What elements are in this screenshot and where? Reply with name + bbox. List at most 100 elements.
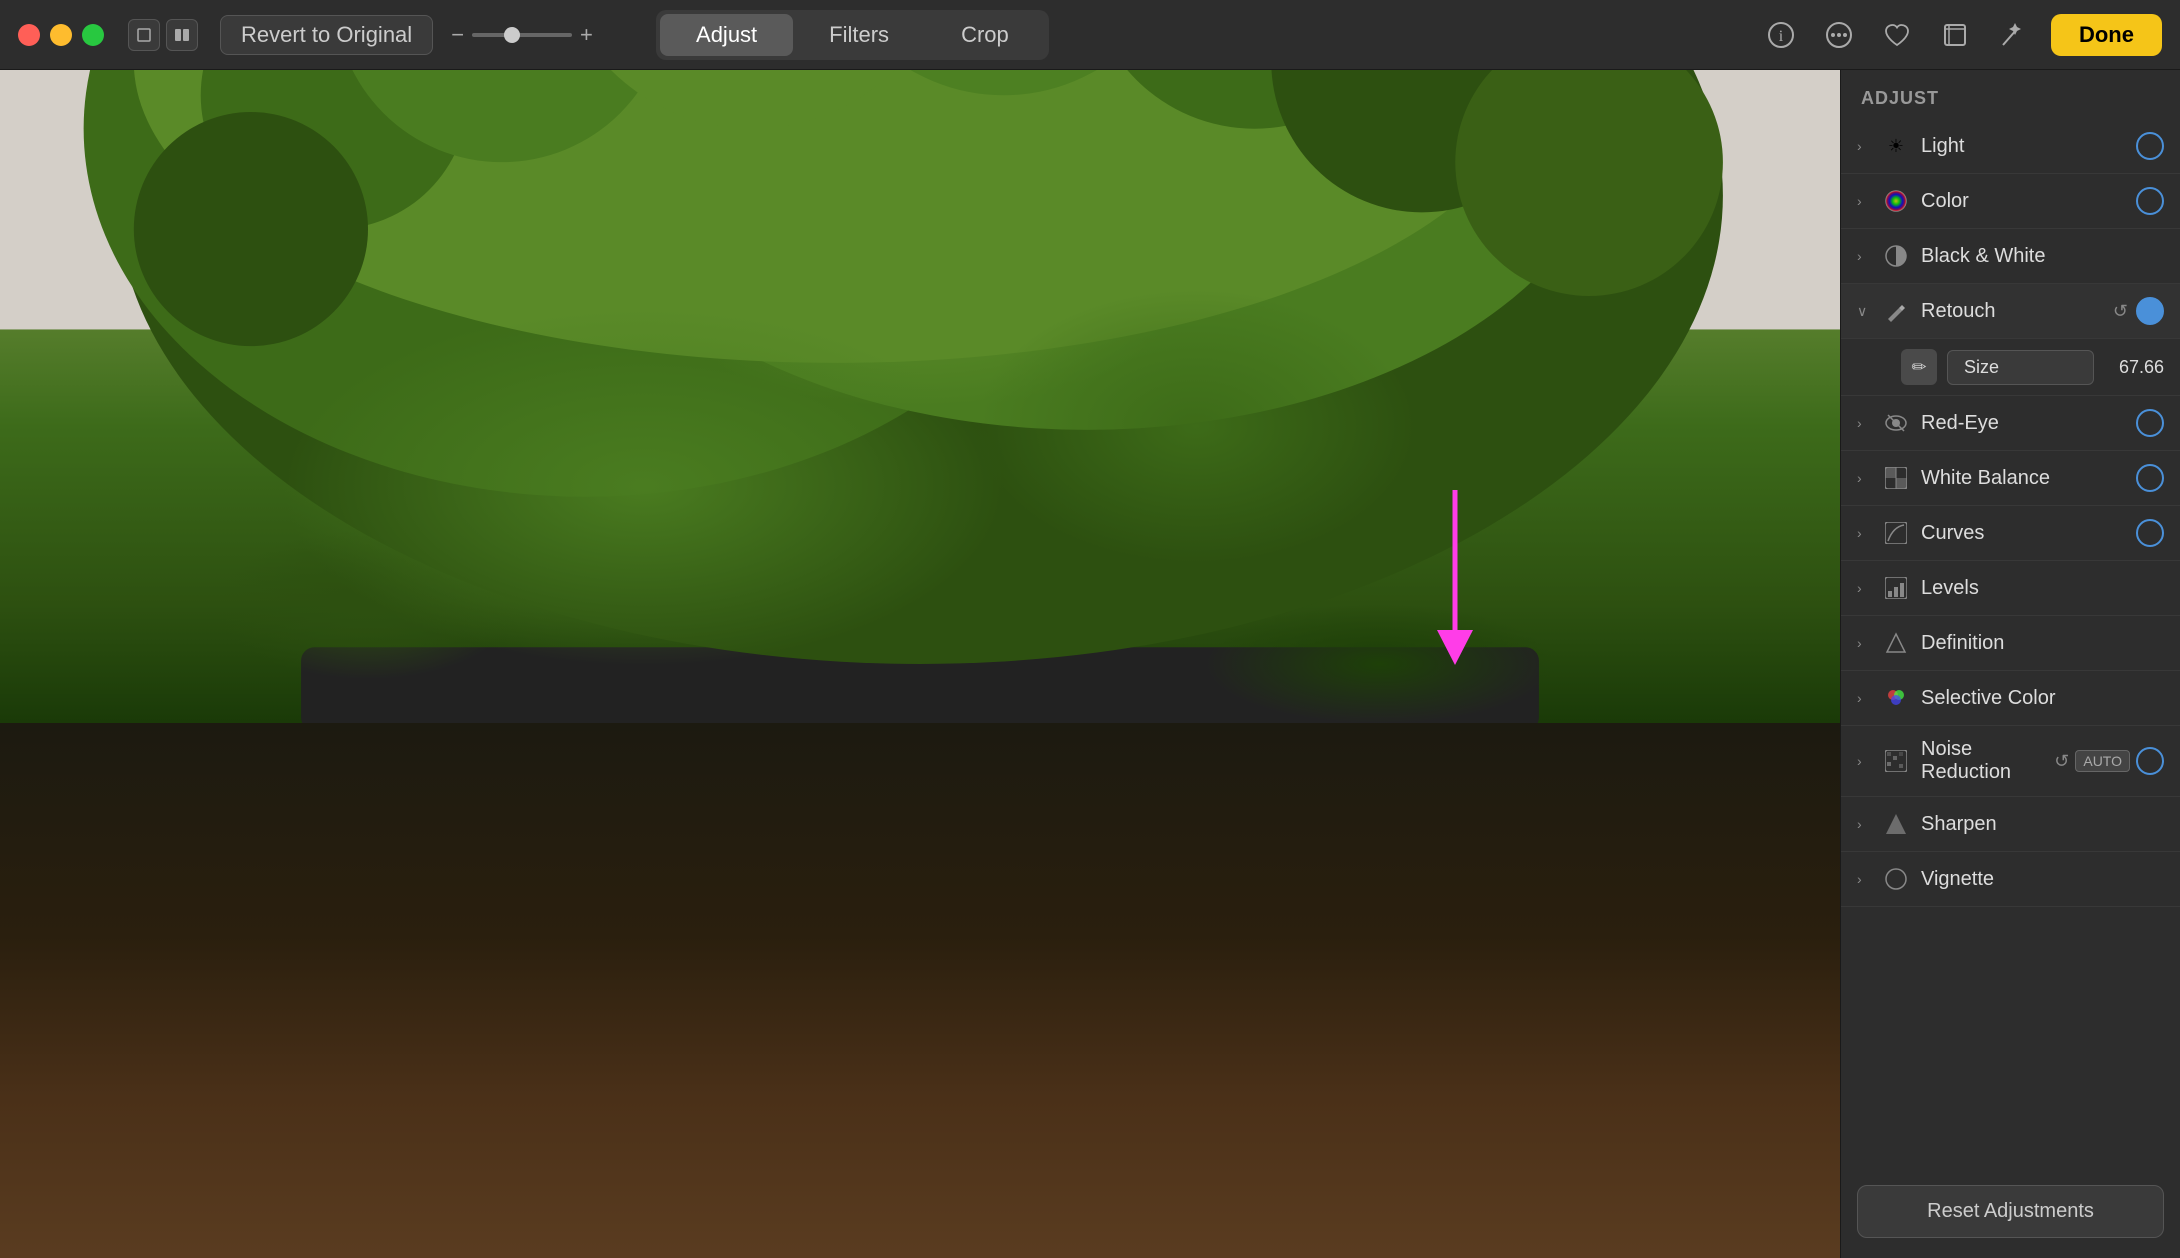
curves-toggle[interactable] xyxy=(2136,519,2164,547)
item-label-retouch: Retouch xyxy=(1921,300,2113,323)
wb-actions xyxy=(2136,464,2164,492)
retouch-toggle[interactable] xyxy=(2136,297,2164,325)
svg-text:i: i xyxy=(1779,28,1784,45)
chevron-icon: › xyxy=(1857,248,1871,264)
crop-icon[interactable] xyxy=(1935,15,1975,55)
red-eye-actions xyxy=(2136,409,2164,437)
item-label-definition: Definition xyxy=(1921,632,2164,655)
item-label-red-eye: Red-Eye xyxy=(1921,412,2136,435)
light-icon: ☀ xyxy=(1881,131,1911,161)
reset-adjustments-button[interactable]: Reset Adjustments xyxy=(1857,1185,2164,1238)
traffic-lights xyxy=(18,24,104,46)
auto-badge: AUTO xyxy=(2075,750,2130,772)
chevron-icon: › xyxy=(1857,193,1871,209)
levels-icon xyxy=(1881,573,1911,603)
chevron-icon: › xyxy=(1857,635,1871,651)
zoom-out-button[interactable]: − xyxy=(451,22,464,48)
done-button[interactable]: Done xyxy=(2051,14,2162,56)
definition-icon xyxy=(1881,628,1911,658)
chevron-down-icon: ∨ xyxy=(1857,303,1871,320)
zoom-thumb xyxy=(504,27,520,43)
red-eye-toggle[interactable] xyxy=(2136,409,2164,437)
chevron-icon: › xyxy=(1857,871,1871,887)
adjust-item-selective-color[interactable]: › Selective Color xyxy=(1841,671,2180,726)
item-label-bw: Black & White xyxy=(1921,245,2164,268)
window-controls xyxy=(128,19,198,51)
zoom-controls: − + xyxy=(451,22,593,48)
chevron-icon: › xyxy=(1857,690,1871,706)
light-toggle[interactable] xyxy=(2136,132,2164,160)
sharpen-icon xyxy=(1881,809,1911,839)
minimize-button[interactable] xyxy=(50,24,72,46)
chevron-icon: › xyxy=(1857,525,1871,541)
color-toggle[interactable] xyxy=(2136,187,2164,215)
magic-icon[interactable] xyxy=(1993,15,2033,55)
adjust-list: › ☀ Light › xyxy=(1841,119,2180,1165)
tab-crop[interactable]: Crop xyxy=(925,14,1045,56)
adjust-item-levels[interactable]: › Levels xyxy=(1841,561,2180,616)
item-label-white-balance: White Balance xyxy=(1921,467,2136,490)
retouch-revert-icon[interactable]: ↺ xyxy=(2113,301,2128,322)
color-icon xyxy=(1881,186,1911,216)
item-label-selective-color: Selective Color xyxy=(1921,687,2164,710)
adjust-item-white-balance[interactable]: › White Balance xyxy=(1841,451,2180,506)
noise-reduction-actions: ↺ AUTO xyxy=(2054,747,2164,775)
revert-to-original-button[interactable]: Revert to Original xyxy=(220,15,433,55)
adjust-header: ADJUST xyxy=(1841,70,2180,119)
retouch-brush-icon[interactable]: ✏ xyxy=(1901,349,1937,385)
noise-revert-icon[interactable]: ↺ xyxy=(2054,751,2069,772)
info-icon[interactable]: i xyxy=(1761,15,1801,55)
more-options-icon[interactable] xyxy=(1819,15,1859,55)
tab-adjust[interactable]: Adjust xyxy=(660,14,793,56)
light-actions xyxy=(2136,132,2164,160)
adjust-item-bw[interactable]: › Black & White xyxy=(1841,229,2180,284)
photo-canvas[interactable] xyxy=(0,70,1840,1258)
item-label-levels: Levels xyxy=(1921,577,2164,600)
bw-icon xyxy=(1881,241,1911,271)
chevron-icon: › xyxy=(1857,580,1871,596)
adjust-item-vignette[interactable]: › Vignette xyxy=(1841,852,2180,907)
edit-mode-tabs: Adjust Filters Crop xyxy=(656,10,1049,60)
tab-filters[interactable]: Filters xyxy=(793,14,925,56)
photo-svg xyxy=(0,70,1840,1258)
wb-toggle[interactable] xyxy=(2136,464,2164,492)
adjust-item-definition[interactable]: › Definition xyxy=(1841,616,2180,671)
retouch-section: ∨ Retouch ↺ ✏ Size xyxy=(1841,284,2180,396)
retouch-expanded-controls: ✏ Size 67.66 xyxy=(1841,339,2180,396)
close-button[interactable] xyxy=(18,24,40,46)
maximize-button[interactable] xyxy=(82,24,104,46)
chevron-icon: › xyxy=(1857,816,1871,832)
item-label-noise-reduction: Noise Reduction xyxy=(1921,738,2054,784)
retouch-icon xyxy=(1881,296,1911,326)
item-label-sharpen: Sharpen xyxy=(1921,813,2164,836)
chevron-icon: › xyxy=(1857,138,1871,154)
zoom-slider[interactable] xyxy=(472,33,572,37)
adjust-item-color[interactable]: › xyxy=(1841,174,2180,229)
main-content: ADJUST › ☀ Light › xyxy=(0,70,2180,1258)
view-single-button[interactable] xyxy=(128,19,160,51)
adjust-item-sharpen[interactable]: › Sharpen xyxy=(1841,797,2180,852)
curves-icon xyxy=(1881,518,1911,548)
red-eye-icon xyxy=(1881,408,1911,438)
view-split-button[interactable] xyxy=(166,19,198,51)
vignette-icon xyxy=(1881,864,1911,894)
reset-btn-container: Reset Adjustments xyxy=(1841,1165,2180,1258)
titlebar-actions: i xyxy=(1761,14,2162,56)
favorite-icon[interactable] xyxy=(1877,15,1917,55)
zoom-in-button[interactable]: + xyxy=(580,22,593,48)
noise-reduction-icon xyxy=(1881,746,1911,776)
adjust-item-red-eye[interactable]: › Red-Eye xyxy=(1841,396,2180,451)
noise-toggle[interactable] xyxy=(2136,747,2164,775)
adjust-item-noise-reduction[interactable]: › Noise Reduction ↺ AUTO xyxy=(1841,726,2180,797)
adjust-item-retouch[interactable]: ∨ Retouch ↺ xyxy=(1841,284,2180,339)
adjust-item-light[interactable]: › ☀ Light xyxy=(1841,119,2180,174)
item-label-light: Light xyxy=(1921,135,2136,158)
item-label-color: Color xyxy=(1921,190,2136,213)
white-balance-icon xyxy=(1881,463,1911,493)
chevron-icon: › xyxy=(1857,470,1871,486)
titlebar: Revert to Original − + Adjust Filters Cr… xyxy=(0,0,2180,70)
adjust-item-curves[interactable]: › Curves xyxy=(1841,506,2180,561)
item-label-vignette: Vignette xyxy=(1921,868,2164,891)
selective-color-icon xyxy=(1881,683,1911,713)
color-actions xyxy=(2136,187,2164,215)
